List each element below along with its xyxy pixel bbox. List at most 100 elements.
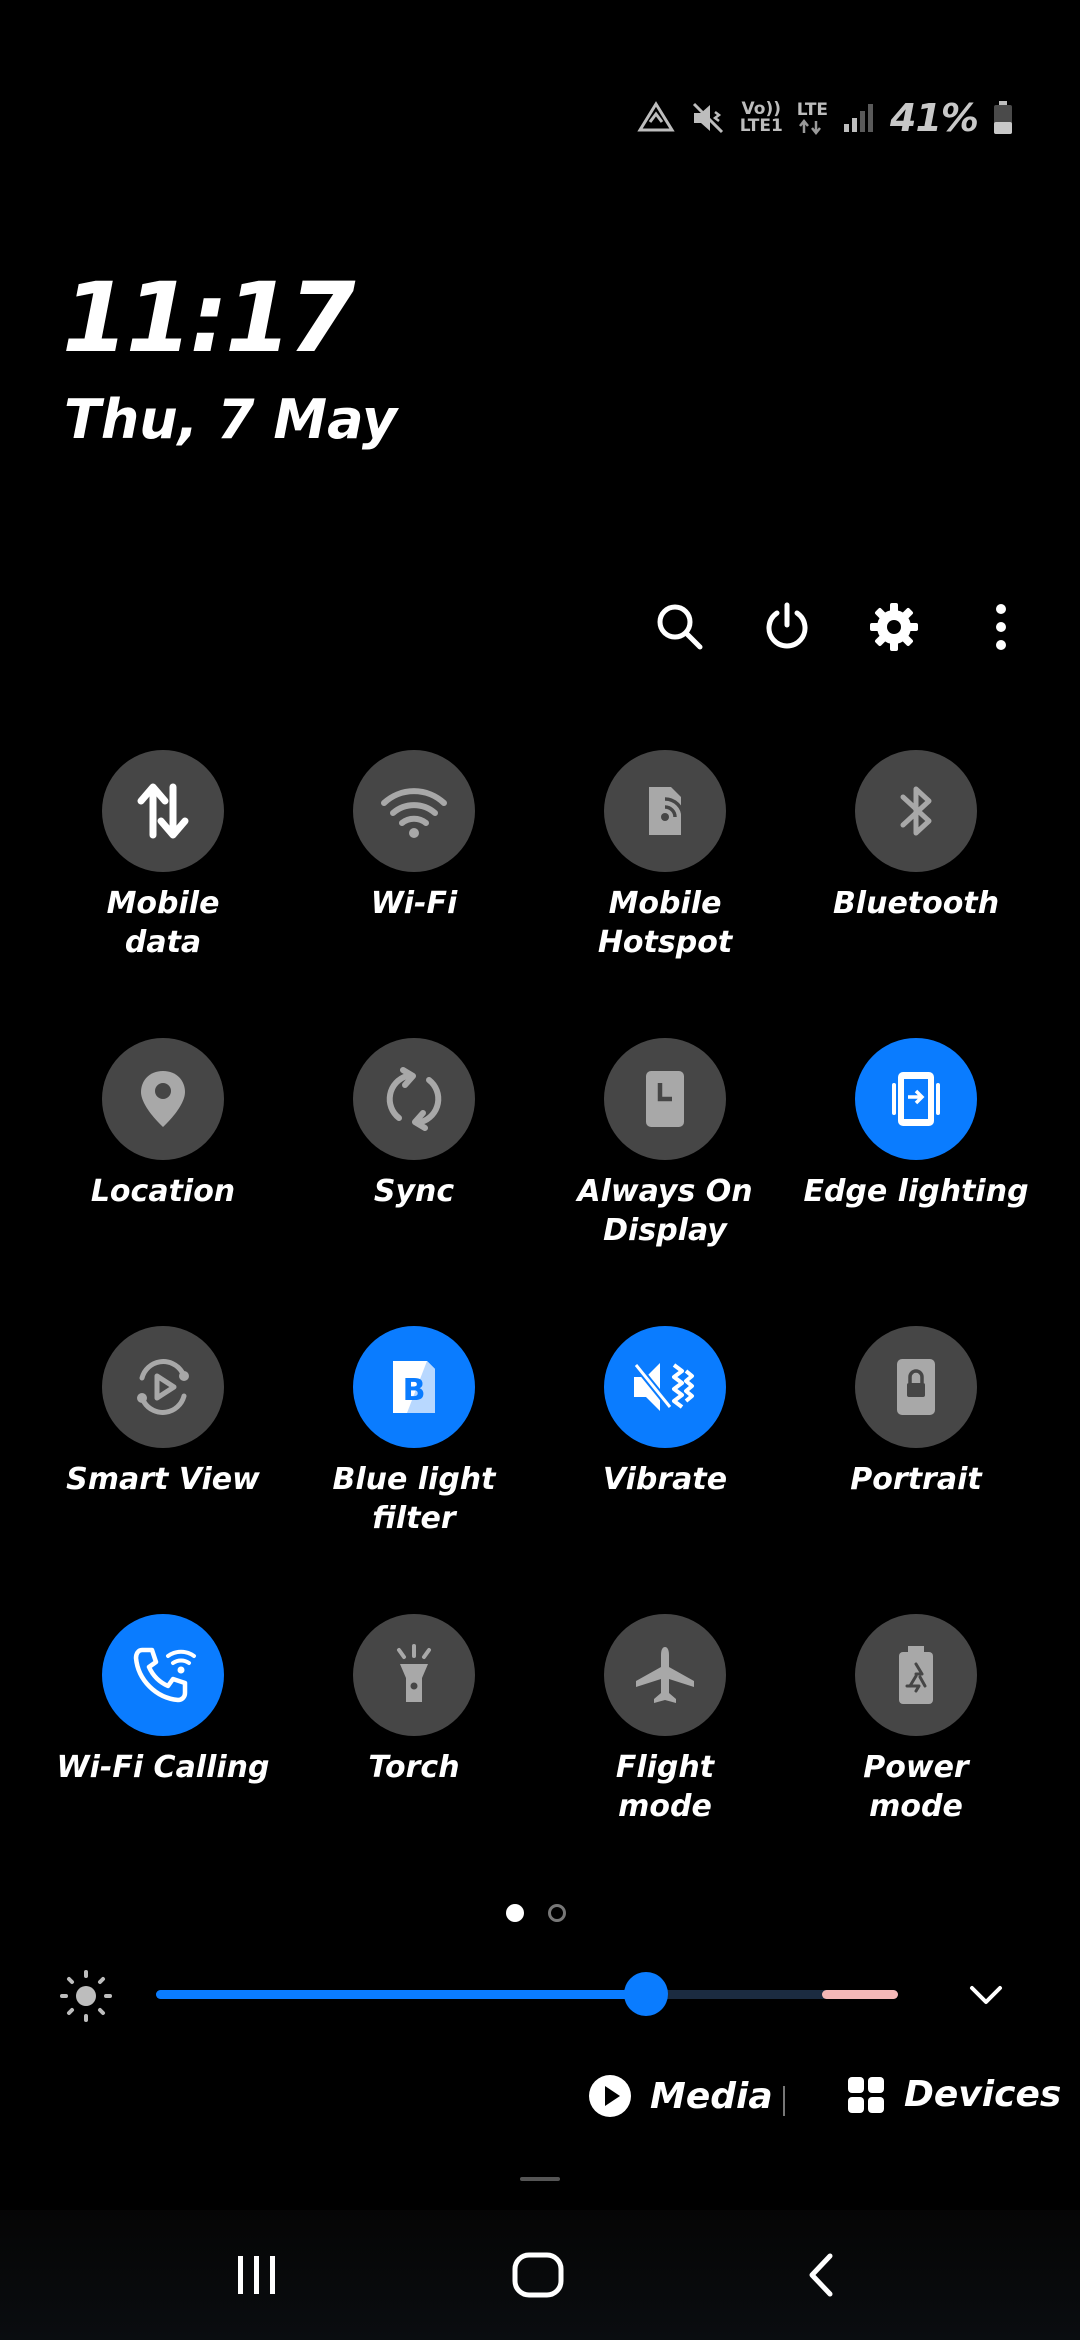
tile-label: Always On Display [577, 1174, 753, 1248]
tile-portrait-toggle[interactable] [855, 1326, 977, 1448]
volte-bottom: LTE1 [739, 116, 783, 136]
recent-apps-icon[interactable] [232, 2250, 282, 2300]
tile-sync[interactable]: Sync [289, 1038, 539, 1211]
power-button[interactable] [750, 590, 824, 664]
brightness-slider[interactable] [156, 1990, 898, 1999]
tile-label: Mobile data [106, 886, 220, 960]
tile-edge-lighting-toggle[interactable] [855, 1038, 977, 1160]
page-dot-1[interactable] [506, 1904, 524, 1922]
tile-bluetooth[interactable]: Bluetooth [791, 750, 1041, 923]
blue-light-filter-icon: B [393, 1361, 435, 1413]
back-icon[interactable] [800, 2250, 840, 2300]
tile-label: Sync [373, 1174, 455, 1209]
wifi-icon [381, 788, 447, 838]
tile-blue-light-filter[interactable]: B Blue light filter [289, 1326, 539, 1538]
tile-wifi-calling-toggle[interactable] [102, 1614, 224, 1736]
tile-portrait[interactable]: Portrait [791, 1326, 1041, 1499]
tile-wifi[interactable]: Wi-Fi [289, 750, 539, 923]
tile-label: Location [90, 1174, 236, 1209]
tile-mobile-data-toggle[interactable] [102, 750, 224, 872]
tile-location-toggle[interactable] [102, 1038, 224, 1160]
tile-label: Torch [368, 1750, 460, 1785]
page-dot-2[interactable] [548, 1904, 566, 1922]
mobile-data-icon [137, 783, 189, 839]
hotspot-icon [649, 787, 685, 835]
devices-button[interactable]: Devices [846, 2074, 1061, 2115]
tile-flight-mode[interactable]: Flight mode [540, 1614, 790, 1826]
bluetooth-icon [900, 786, 932, 836]
settings-button[interactable] [857, 590, 931, 664]
tile-label: Vibrate [602, 1462, 728, 1497]
navigation-bar [0, 2210, 1080, 2340]
tile-label: Power mode [863, 1750, 969, 1824]
status-bar: Vo)) LTE1 LTE 41% [636, 90, 1014, 146]
tile-label: Portrait [850, 1462, 982, 1497]
play-circle-icon [589, 2075, 631, 2117]
tile-wifi-toggle[interactable] [353, 750, 475, 872]
tile-blue-light-filter-toggle[interactable]: B [353, 1326, 475, 1448]
brightness-high-zone [822, 1990, 898, 1999]
tile-bluetooth-toggle[interactable] [855, 750, 977, 872]
divider [783, 2086, 785, 2116]
battery-percentage: 41% [890, 96, 979, 140]
chevron-down-icon[interactable] [966, 1976, 1006, 2012]
media-devices-row: Media Devices [0, 2074, 1080, 2130]
tile-mobile-hotspot[interactable]: Mobile Hotspot [540, 750, 790, 962]
mute-icon [692, 102, 723, 134]
tile-mobile-data[interactable]: Mobile data [38, 750, 288, 962]
devices-label: Devices [904, 2074, 1062, 2115]
panel-handle[interactable] [520, 2177, 560, 2181]
volte-indicator: Vo)) LTE1 [740, 101, 783, 135]
tile-smart-view[interactable]: Smart View [38, 1326, 288, 1499]
more-options-button[interactable] [964, 590, 1038, 664]
media-button[interactable]: Media [588, 2074, 773, 2118]
always-on-display-icon [646, 1071, 684, 1127]
tile-label: Wi-Fi [370, 886, 458, 921]
tile-wifi-calling[interactable]: Wi-Fi Calling [38, 1614, 288, 1787]
clock-date[interactable]: Thu, 7 May [64, 390, 397, 450]
tile-always-on-display[interactable]: Always On Display [540, 1038, 790, 1250]
tile-torch-toggle[interactable] [353, 1614, 475, 1736]
tile-power-mode-toggle[interactable] [855, 1614, 977, 1736]
brightness-control [0, 1962, 1080, 2026]
tile-vibrate[interactable]: Vibrate [540, 1326, 790, 1499]
tile-label: Wi-Fi Calling [56, 1750, 270, 1785]
smart-view-icon [137, 1359, 189, 1415]
sync-icon [386, 1067, 442, 1131]
svg-text:B: B [403, 1373, 426, 1408]
tile-mobile-hotspot-toggle[interactable] [604, 750, 726, 872]
tile-vibrate-toggle[interactable] [604, 1326, 726, 1448]
tile-edge-lighting[interactable]: Edge lighting [791, 1038, 1041, 1211]
lte-label: LTE [796, 99, 829, 120]
tile-smart-view-toggle[interactable] [102, 1326, 224, 1448]
wifi-calling-icon [133, 1647, 196, 1703]
more-vertical-icon [996, 604, 1006, 650]
tile-label: Smart View [66, 1462, 260, 1497]
data-arrows-icon [798, 118, 821, 135]
lte-indicator: LTE [796, 99, 829, 135]
signal-icon [844, 104, 874, 132]
home-icon[interactable] [510, 2250, 566, 2300]
tile-label: Flight mode [615, 1750, 715, 1824]
tile-torch[interactable]: Torch [289, 1614, 539, 1787]
tile-location[interactable]: Location [38, 1038, 288, 1211]
panel-actions [0, 590, 1080, 664]
page-indicator [506, 1904, 566, 1922]
devices-grid-icon [848, 2076, 884, 2113]
quick-panel: Vo)) LTE1 LTE 41% 11:17 Thu, 7 May Mobil… [0, 0, 1080, 2340]
tile-label: Mobile Hotspot [597, 886, 733, 960]
tile-label: Blue light filter [332, 1462, 496, 1536]
airplane-icon [636, 1647, 694, 1703]
torch-icon [397, 1644, 431, 1702]
clock-time[interactable]: 11:17 [62, 268, 356, 368]
search-icon [657, 604, 703, 650]
brightness-icon [60, 1970, 112, 2022]
tile-sync-toggle[interactable] [353, 1038, 475, 1160]
tile-power-mode[interactable]: Power mode [791, 1614, 1041, 1826]
search-button[interactable] [643, 590, 717, 664]
brightness-thumb[interactable] [624, 1972, 668, 2016]
tile-always-on-display-toggle[interactable] [604, 1038, 726, 1160]
tile-flight-mode-toggle[interactable] [604, 1614, 726, 1736]
edge-lighting-icon [892, 1072, 940, 1126]
battery-icon [994, 101, 1012, 134]
